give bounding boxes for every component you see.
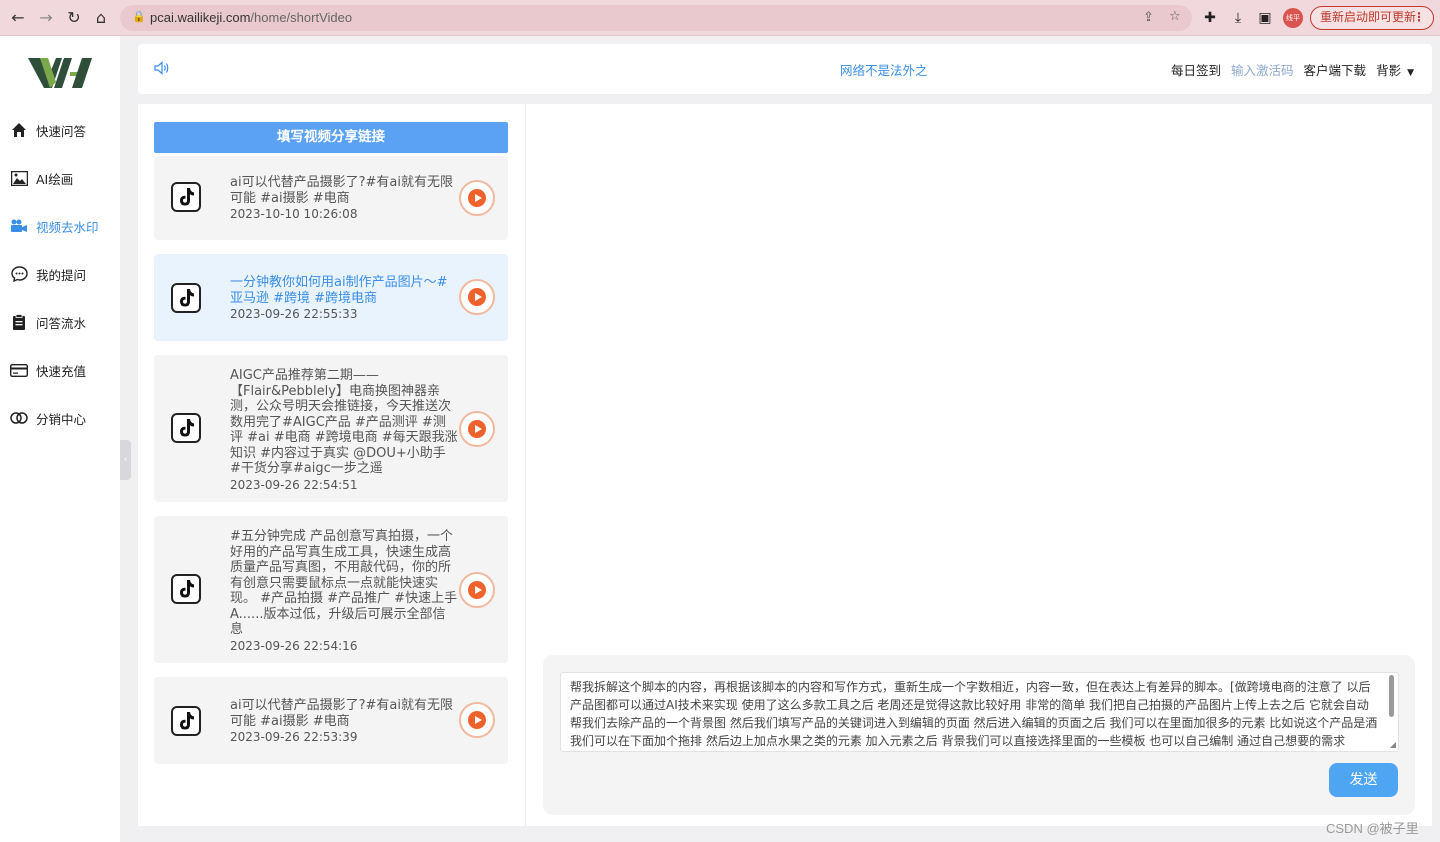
tiktok-icon — [171, 574, 201, 604]
header-bar: 网络不是法外之 每日签到 输入激活码 客户端下载 背影 ▼ — [138, 44, 1432, 94]
textarea-scrollbar[interactable] — [1389, 675, 1394, 717]
share-icon[interactable]: ⇪ — [1143, 10, 1154, 25]
tiktok-icon — [171, 413, 201, 443]
star-icon[interactable]: ☆ — [1169, 9, 1181, 24]
video-date: 2023-09-26 22:55:33 — [230, 307, 358, 321]
video-list-item[interactable]: 一分钟教你如何用ai制作产品图片～#亚马逊 #跨境 #跨境电商 2023-09-… — [154, 254, 508, 341]
more-menu-icon: ⋮ — [1413, 10, 1425, 24]
send-button[interactable]: 发送 — [1329, 763, 1398, 797]
reload-icon[interactable]: ↻ — [64, 8, 84, 28]
sidebar-item-label: 视频去水印 — [36, 219, 99, 235]
browser-toolbar: ← → ↻ ⌂ 🔒 pcai.wailikeji.com/home/shortV… — [0, 0, 1440, 36]
resize-handle-icon[interactable]: ◢ — [1390, 740, 1396, 749]
sidebar-item-my-questions[interactable]: 我的提问 — [10, 262, 120, 286]
lock-icon: 🔒 — [132, 10, 146, 23]
checkin-link[interactable]: 每日签到 — [1171, 60, 1221, 79]
header-links: 每日签到 输入激活码 客户端下载 背影 ▼ — [1171, 60, 1414, 79]
speaker-icon — [154, 60, 170, 79]
sidebar-item-label: 问答流水 — [36, 315, 87, 331]
video-camera-icon — [10, 217, 28, 235]
video-list-item[interactable]: AIGC产品推荐第二期——【Flair&Pebblely】电商换图神器亲测，公众… — [154, 355, 508, 502]
credit-card-icon — [10, 361, 28, 379]
clipboard-icon — [10, 313, 28, 331]
video-info: AIGC产品推荐第二期——【Flair&Pebblely】电商换图神器亲测，公众… — [230, 368, 458, 492]
video-list-item[interactable]: ai可以代替产品摄影了?#有ai就有无限可能 #ai摄影 #电商 2023-09… — [154, 677, 508, 764]
video-info: #五分钟完成 产品创意写真拍摄，一个好用的产品写真生成工具，快速生成高质量产品写… — [230, 529, 458, 653]
tiktok-icon — [171, 182, 201, 212]
download-link[interactable]: 客户端下载 — [1304, 60, 1367, 79]
sidebar-collapse-handle[interactable]: ‹ — [120, 440, 131, 480]
play-icon — [468, 189, 486, 207]
video-list-item[interactable]: ai可以代替产品摄影了?#有ai就有无限可能 #ai摄影 #电商 2023-10… — [154, 156, 508, 240]
play-button[interactable] — [459, 572, 495, 608]
background-dropdown[interactable]: 背影 ▼ — [1376, 60, 1414, 79]
address-bar[interactable]: 🔒 pcai.wailikeji.com/home/shortVideo — [120, 5, 1192, 31]
url-text: pcai.wailikeji.com/home/shortVideo — [150, 10, 353, 25]
share-link-icon — [10, 409, 28, 427]
video-date: 2023-09-26 22:54:16 — [230, 638, 358, 653]
tiktok-icon — [171, 283, 201, 313]
play-icon — [468, 420, 486, 438]
video-title: #五分钟完成 产品创意写真拍摄，一个好用的产品写真生成工具，快速生成高质量产品写… — [230, 529, 458, 637]
main-panel: 填写视频分享链接 ai可以代替产品摄影了?#有ai就有无限可能 #ai摄影 #电… — [138, 104, 1432, 826]
prompt-text: 帮我拆解这个脚本的内容，再根据该脚本的内容和写作方式，重新生成一个字数相近，内容… — [570, 680, 1378, 748]
video-info: 一分钟教你如何用ai制作产品图片～#亚马逊 #跨境 #跨境电商 2023-09-… — [230, 275, 458, 321]
sidepanel-icon[interactable]: ▣ — [1255, 8, 1275, 28]
video-list-item[interactable]: #五分钟完成 产品创意写真拍摄，一个好用的产品写真生成工具，快速生成高质量产品写… — [154, 516, 508, 663]
puzzle-extension-icon[interactable]: ✚ — [1200, 8, 1220, 28]
sidebar-item-label: 分销中心 — [36, 411, 87, 427]
back-arrow-icon[interactable]: ← — [8, 8, 28, 28]
ai-logo — [28, 58, 92, 88]
profile-avatar[interactable]: 线平 — [1283, 8, 1303, 28]
video-date: 2023-09-26 22:54:51 — [230, 477, 358, 492]
play-icon — [468, 288, 486, 306]
play-button[interactable] — [459, 411, 495, 447]
sidebar-item-quick-qa[interactable]: 快速问答 — [10, 118, 120, 142]
tiktok-icon — [171, 706, 201, 736]
sidebar-item-label: 快速问答 — [36, 123, 87, 139]
play-button[interactable] — [459, 279, 495, 315]
download-icon[interactable]: ⤓ — [1228, 8, 1248, 28]
sidebar-item-label: 快速充值 — [36, 363, 87, 379]
prompt-panel: 帮我拆解这个脚本的内容，再根据该脚本的内容和写作方式，重新生成一个字数相近，内容… — [543, 655, 1415, 815]
video-info: ai可以代替产品摄影了?#有ai就有无限可能 #ai摄影 #电商 2023-09… — [230, 698, 458, 744]
fill-video-link-button[interactable]: 填写视频分享链接 — [154, 122, 508, 153]
sidebar: 快速问答 AI绘画 视频去水印 我的提问 问答流水 快速充值 分销中心 — [0, 36, 120, 842]
sidebar-item-ai-drawing[interactable]: AI绘画 — [10, 166, 120, 190]
home-icon[interactable]: ⌂ — [91, 8, 111, 28]
play-button[interactable] — [459, 702, 495, 738]
play-icon — [468, 581, 486, 599]
video-title: ai可以代替产品摄影了?#有ai就有无限可能 #ai摄影 #电商 — [230, 175, 453, 206]
sidebar-item-video-watermark[interactable]: 视频去水印 — [10, 214, 120, 238]
video-title: ai可以代替产品摄影了?#有ai就有无限可能 #ai摄影 #电商 — [230, 698, 453, 729]
caret-down-icon: ▼ — [1407, 68, 1414, 78]
video-date: 2023-09-26 22:53:39 — [230, 730, 358, 744]
forward-arrow-icon[interactable]: → — [36, 8, 56, 28]
home-icon — [10, 121, 28, 139]
notice-text: 网络不是法外之 — [840, 63, 928, 78]
sidebar-item-qa-records[interactable]: 问答流水 — [10, 310, 120, 334]
prompt-textarea[interactable]: 帮我拆解这个脚本的内容，再根据该脚本的内容和写作方式，重新生成一个字数相近，内容… — [560, 672, 1399, 752]
video-title: 一分钟教你如何用ai制作产品图片～#亚马逊 #跨境 #跨境电商 — [230, 275, 448, 306]
panel-divider — [525, 104, 526, 826]
sidebar-item-distribution[interactable]: 分销中心 — [10, 406, 120, 430]
activation-link[interactable]: 输入激活码 — [1231, 60, 1294, 79]
play-icon — [468, 711, 486, 729]
video-info: ai可以代替产品摄影了?#有ai就有无限可能 #ai摄影 #电商 2023-10… — [230, 175, 458, 221]
restart-update-button[interactable]: 重新启动即可更新 ⋮ — [1310, 6, 1434, 30]
image-icon — [10, 169, 28, 187]
sidebar-item-recharge[interactable]: 快速充值 — [10, 358, 120, 382]
csdn-watermark: CSDN @被子里 — [1326, 821, 1419, 836]
video-date: 2023-10-10 10:26:08 — [230, 207, 358, 221]
video-title: AIGC产品推荐第二期——【Flair&Pebblely】电商换图神器亲测，公众… — [230, 368, 458, 476]
play-button[interactable] — [459, 180, 495, 216]
sidebar-item-label: 我的提问 — [36, 267, 87, 283]
sidebar-item-label: AI绘画 — [36, 171, 74, 187]
chat-bubble-icon — [10, 265, 28, 283]
